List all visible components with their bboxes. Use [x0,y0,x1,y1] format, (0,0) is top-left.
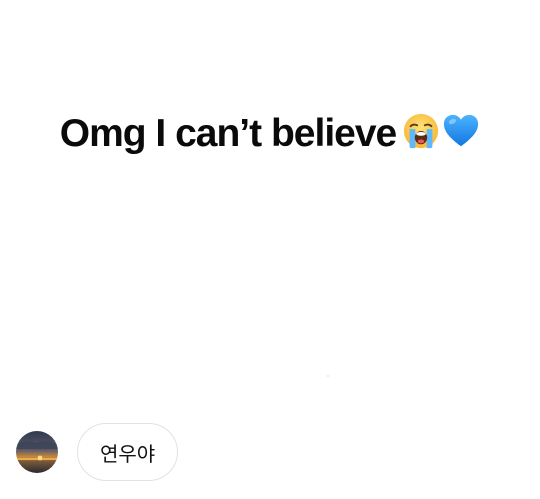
message-bubble[interactable]: 연우야 [77,423,179,481]
story-screen: Omg I can’t believe 연우야 [0,0,540,499]
loudly-crying-face-icon [402,112,440,150]
blue-heart-icon [442,112,480,150]
message-text: 연우야 [100,441,156,466]
background-speck [327,375,329,377]
caption-text: Omg I can’t believe [59,112,397,155]
story-caption: Omg I can’t believe [0,112,540,156]
caption-emojis [402,112,480,150]
message-row: 연우야 [16,422,179,482]
avatar[interactable] [16,431,58,473]
